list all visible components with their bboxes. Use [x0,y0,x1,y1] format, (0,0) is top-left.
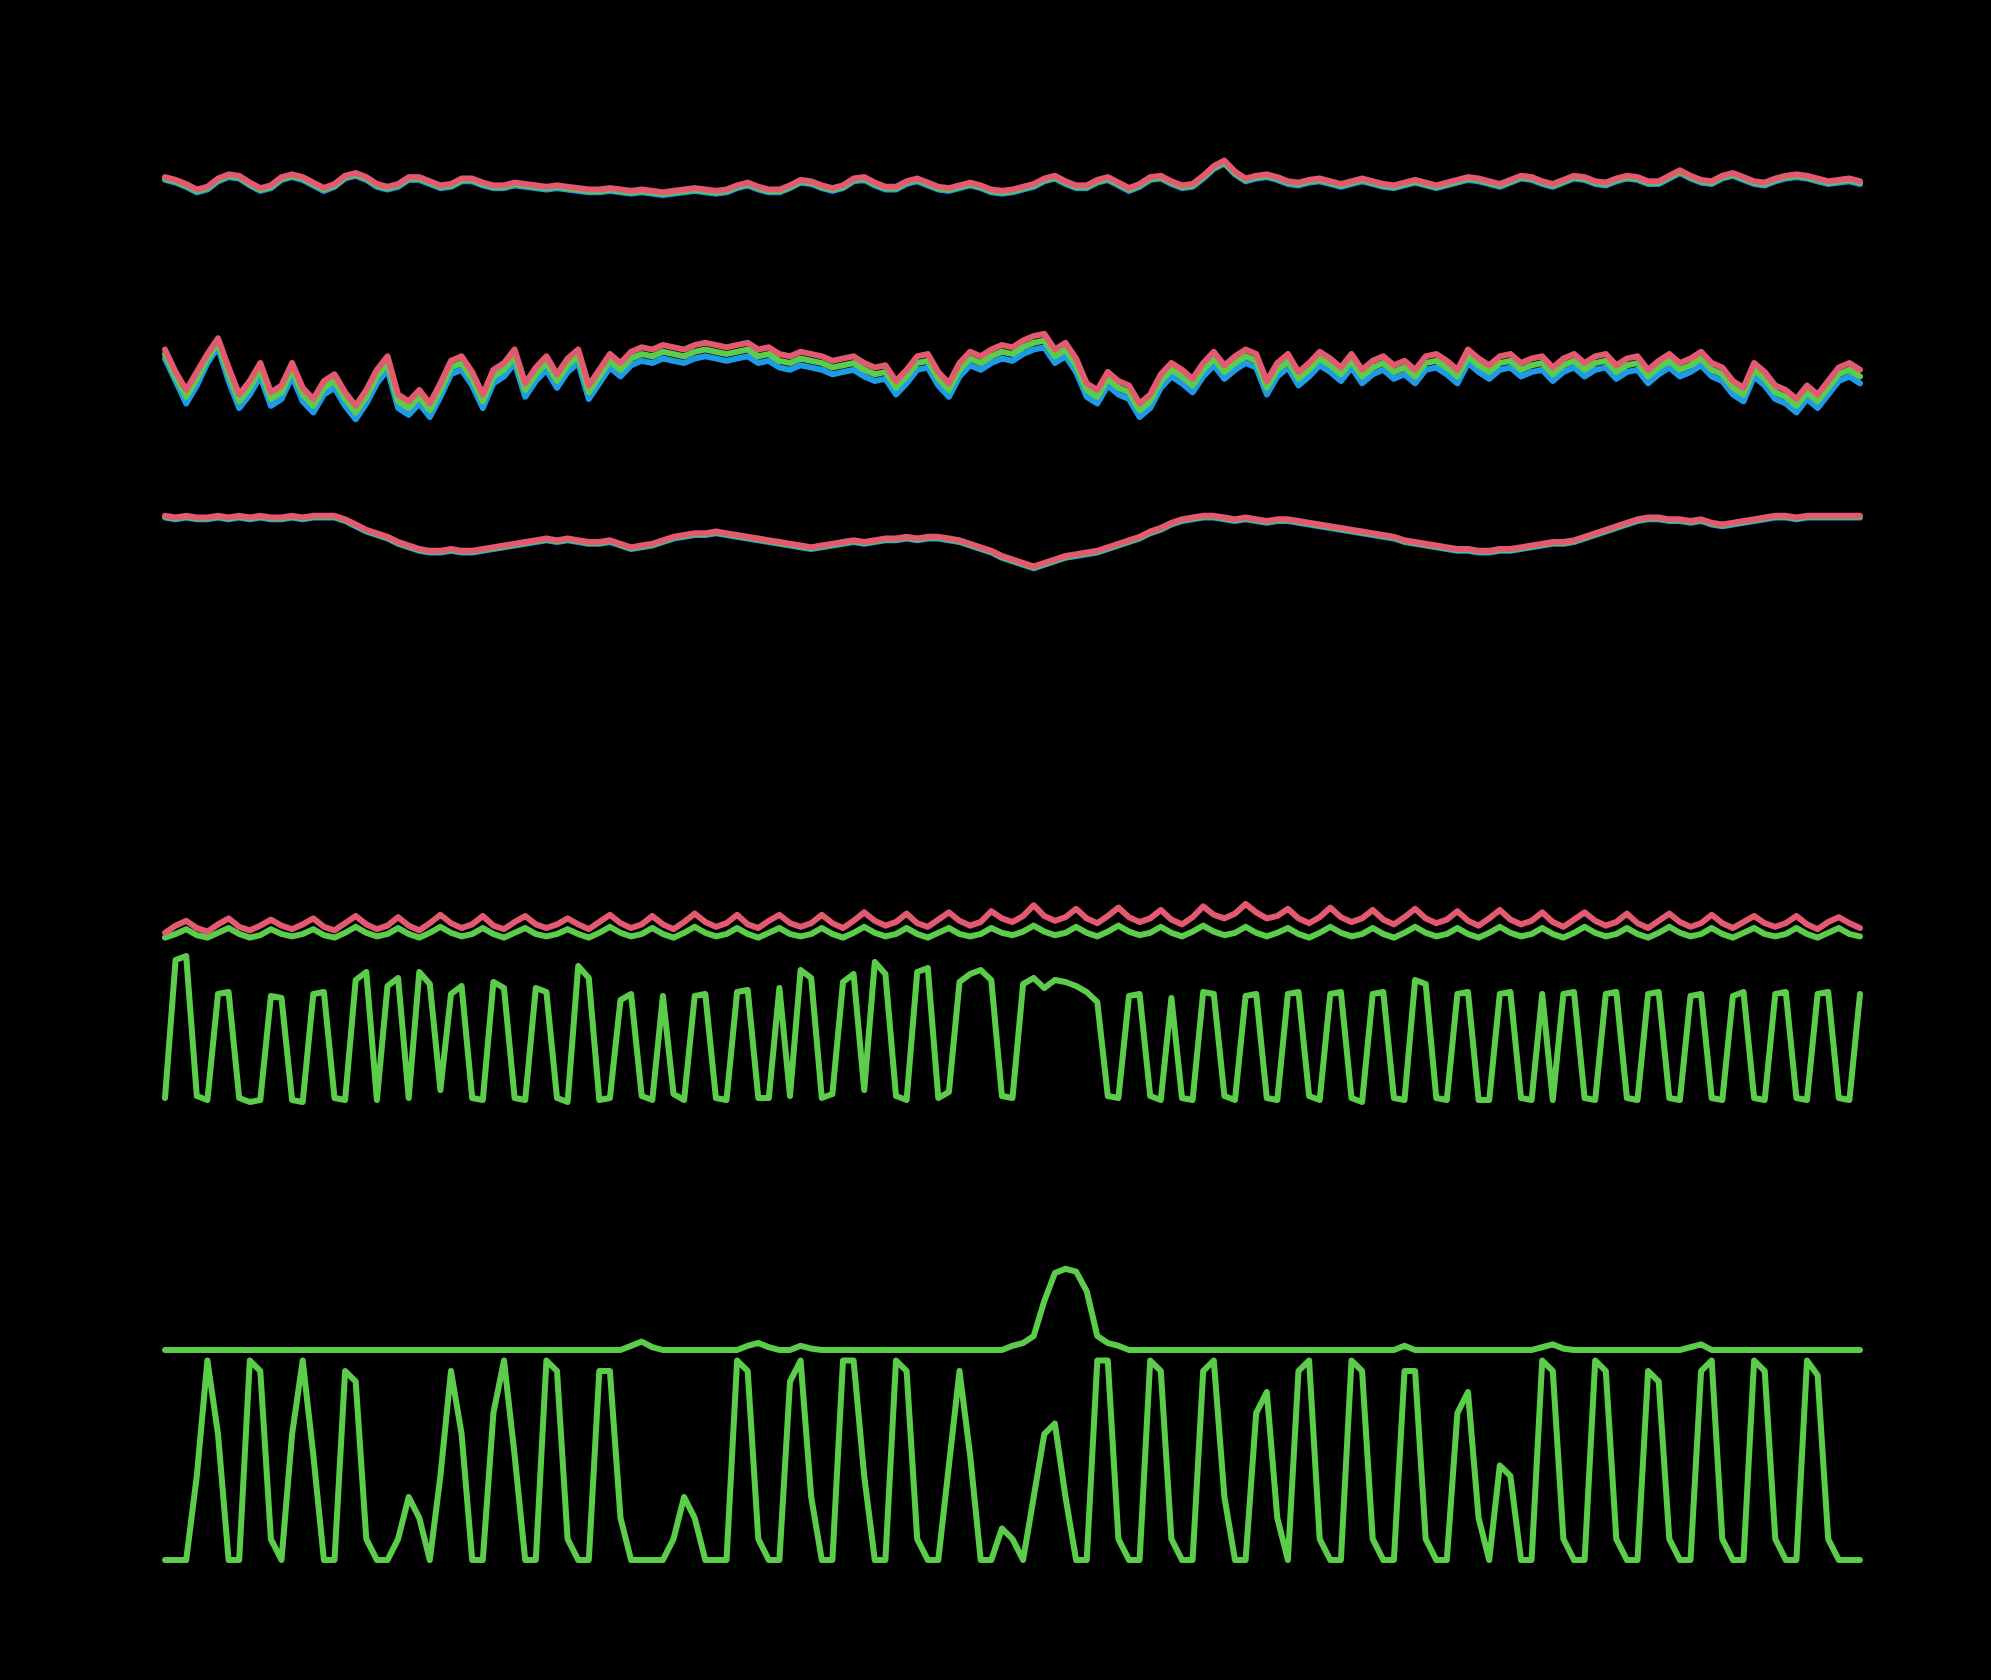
signal-panel [0,0,1991,1680]
background [0,0,1991,1680]
